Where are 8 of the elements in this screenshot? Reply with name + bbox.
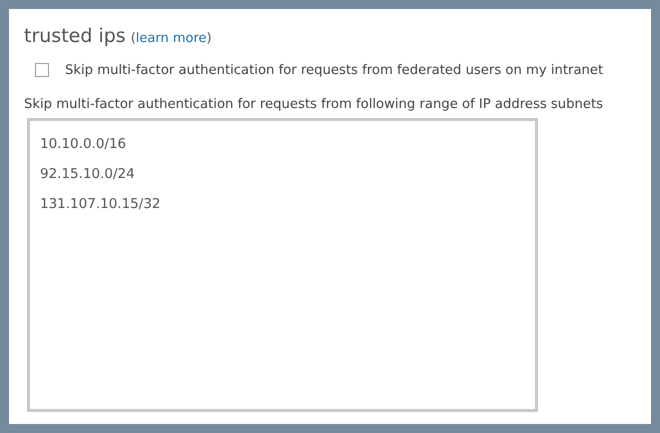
learn-more-link[interactable]: learn more: [136, 31, 207, 46]
checkbox-label: Skip multi-factor authentication for requests from federated users on my intranet: [65, 62, 604, 78]
field-label: Skip multi-factor authentication for requests from following range of IP address subnets: [24, 97, 604, 112]
section-title: trusted ips: [24, 25, 126, 47]
parenthesis: (: [130, 31, 136, 46]
subnets-field[interactable]: 10.10.0.0/16 92.15.10.0/24 131.107.10.15/32: [27, 118, 538, 412]
checkbox[interactable]: [35, 63, 49, 77]
parenthesis: ): [206, 31, 212, 46]
